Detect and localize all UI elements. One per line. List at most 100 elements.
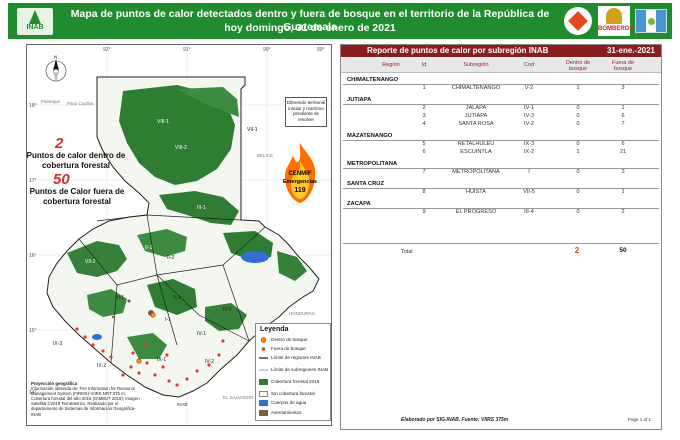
svg-text:EL SALVADOR: EL SALVADOR bbox=[223, 395, 254, 400]
cell-subregion: METROPOLITANA bbox=[452, 169, 500, 175]
svg-text:Palenque: Palenque bbox=[41, 99, 61, 104]
cell-dentro: 0 bbox=[576, 141, 580, 147]
svg-text:IV-2: IV-2 bbox=[205, 359, 214, 365]
cell-subregion: SANTA ROSA bbox=[458, 121, 494, 127]
region-group-label: METROPOLITANA bbox=[347, 161, 398, 167]
cell-fuera: 6 bbox=[621, 113, 625, 119]
cell-subregion: ESCUINTLA bbox=[460, 149, 492, 155]
cell-cod: I bbox=[528, 169, 530, 175]
north-arrow-icon: N bbox=[45, 55, 67, 83]
cell-id: 4 bbox=[422, 121, 426, 127]
cell-cod: III-4 bbox=[524, 209, 534, 215]
svg-text:II-1: II-1 bbox=[145, 245, 152, 251]
lon-tick: 91° bbox=[183, 47, 191, 53]
inab-logo: INAB bbox=[17, 8, 53, 35]
region-group-label: MAZATENANGO bbox=[347, 133, 393, 139]
header-bar: INAB Mapa de puntos de calor detectados … bbox=[8, 3, 672, 39]
region-group-label: ZACAPA bbox=[347, 201, 371, 207]
hotspots-outside-forest-count: 50 bbox=[53, 171, 70, 188]
total-label: Total bbox=[401, 249, 413, 255]
cell-fuera: 1 bbox=[621, 189, 625, 195]
bomberos-logo-text: BOMBEROS bbox=[598, 26, 634, 32]
table-row: 9 EL PROGRESO III-4 0 2 bbox=[341, 209, 661, 216]
cell-dentro: 0 bbox=[576, 189, 580, 195]
lat-tick: 17° bbox=[29, 178, 37, 184]
hotspots-inside-forest-count: 2 bbox=[55, 135, 64, 152]
cell-dentro: 1 bbox=[576, 149, 580, 155]
region-line-icon bbox=[259, 355, 268, 361]
svg-text:VII-2: VII-2 bbox=[85, 259, 96, 265]
bomberos-logo: BOMBEROS bbox=[598, 6, 634, 36]
settlement-swatch-icon bbox=[259, 410, 268, 416]
svg-text:BELICE: BELICE bbox=[257, 153, 273, 158]
report-date: 31-ene.-2021 bbox=[606, 46, 655, 55]
cell-cod: IV-3 bbox=[524, 113, 534, 119]
col-inside-forest: Dentro de bosque bbox=[565, 60, 591, 72]
cell-id: 3 bbox=[422, 113, 426, 119]
col-cod: Cod bbox=[523, 62, 535, 68]
flag-seal-icon bbox=[648, 18, 655, 25]
svg-text:Paso Caaliva: Paso Caaliva bbox=[67, 101, 94, 106]
subregion-line-icon bbox=[259, 367, 268, 373]
lon-tick: 89° bbox=[317, 47, 325, 53]
cell-fuera: 3 bbox=[621, 169, 625, 175]
svg-text:N: N bbox=[54, 55, 57, 60]
svg-text:VIII-2: VIII-2 bbox=[175, 145, 187, 151]
svg-text:II-2: II-2 bbox=[167, 255, 174, 261]
cell-subregion: HUISTA bbox=[465, 189, 487, 195]
hotspot-map[interactable]: VIII-1 VIII-2 VII-1 III-1 VII-2 II-1 II-2 I… bbox=[26, 44, 332, 426]
map-subtitle-date: hoy domingo, 31 de enero de 2021 bbox=[224, 22, 396, 34]
cell-cod: IV-1 bbox=[524, 105, 534, 111]
svg-text:III-1: III-1 bbox=[197, 205, 206, 211]
cell-fuera: 21 bbox=[619, 149, 627, 155]
emergency-fire-badge: CENMIF Emergencias 119 bbox=[277, 141, 323, 207]
total-rule bbox=[343, 243, 659, 244]
cell-cod: V-2 bbox=[524, 85, 534, 91]
belize-dispute-note: Diferendo territorial insular y marítimo… bbox=[285, 97, 327, 127]
map-legend: Leyenda Dentro de bosque Fuera de bosque… bbox=[255, 323, 331, 421]
svg-text:IV-1: IV-1 bbox=[197, 331, 206, 337]
hotspot-outside-icon bbox=[259, 346, 268, 352]
legend-title: Leyenda bbox=[260, 326, 289, 333]
svg-text:VI-1: VI-1 bbox=[115, 295, 124, 301]
guatemala-flag-icon bbox=[635, 9, 667, 33]
cell-fuera: 7 bbox=[621, 121, 625, 127]
svg-text:IX-2: IX-2 bbox=[97, 363, 106, 369]
cell-dentro: 0 bbox=[576, 113, 580, 119]
cell-subregion: EL PROGRESO bbox=[455, 209, 497, 215]
cell-cod: IX-2 bbox=[523, 149, 535, 155]
page-number: Page 1 of 1 bbox=[627, 417, 651, 422]
table-row: 6 ESCUINTLA IX-2 1 21 bbox=[341, 149, 661, 156]
cell-cod: IX-3 bbox=[523, 141, 535, 147]
cell-cod: IV-2 bbox=[524, 121, 534, 127]
diamond-icon bbox=[568, 11, 588, 31]
svg-text:I-1: I-1 bbox=[165, 317, 171, 323]
cell-id: 1 bbox=[422, 85, 426, 91]
region-group-label: SANTA CRUZ bbox=[347, 181, 385, 187]
table-row: 5 RETALHULEU IX-3 0 6 bbox=[341, 141, 661, 148]
cell-dentro: 1 bbox=[576, 85, 580, 91]
region-group-label: CHIMALTENANGO bbox=[347, 77, 399, 83]
report-column-headers: Región Id Subregión Cod Dentro de bosque… bbox=[341, 58, 661, 73]
no-forest-swatch-icon bbox=[259, 391, 268, 397]
inab-mini-logo: INAB bbox=[177, 402, 188, 407]
lon-tick: 92° bbox=[103, 47, 111, 53]
emergency-org-text: CENMIF bbox=[288, 171, 312, 177]
table-row: 1 CHIMALTENANGO V-2 1 3 bbox=[341, 85, 661, 92]
cell-subregion: JUTIAPA bbox=[464, 113, 488, 119]
cell-id: 6 bbox=[422, 149, 426, 155]
cell-dentro: 0 bbox=[576, 121, 580, 127]
svg-text:HONDURAS: HONDURAS bbox=[289, 311, 315, 316]
cell-subregion: RETALHULEU bbox=[457, 141, 495, 147]
cell-id: 8 bbox=[422, 189, 426, 195]
cell-fuera: 3 bbox=[621, 85, 625, 91]
table-row: 3 JUTIAPA IV-3 0 6 bbox=[341, 113, 661, 120]
lon-tick: 90° bbox=[263, 47, 271, 53]
projection-info: Proyección geográfica Información obteni… bbox=[31, 381, 143, 417]
report-source-footer: Elaborado por SIG-INAB. Fuente: VIIRS 37… bbox=[401, 417, 509, 423]
region-group-label: JUTIAPA bbox=[347, 97, 372, 103]
cell-subregion: CHIMALTENANGO bbox=[451, 85, 501, 91]
lat-tick: 15° bbox=[29, 328, 37, 334]
tree-icon bbox=[29, 10, 41, 24]
svg-text:V-1: V-1 bbox=[173, 295, 181, 301]
